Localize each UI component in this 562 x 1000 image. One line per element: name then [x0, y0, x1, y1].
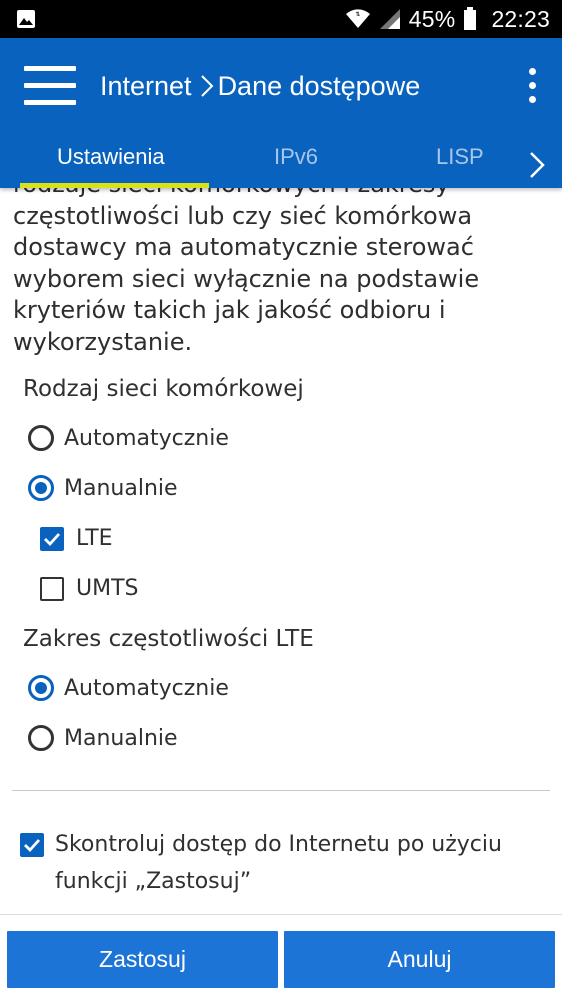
description-text: rodzaje sieci komórkowych i zakresy częs… [13, 188, 480, 356]
radio-band-auto[interactable]: Automatycznie [28, 675, 229, 701]
settings-content: rodzaje sieci komórkowych i zakresy częs… [0, 188, 562, 914]
tab-ipv6[interactable]: IPv6 [274, 144, 318, 170]
app-bar: Internet Dane dostępowe Ustawienia IPv6 … [0, 38, 562, 188]
radio-button-selected[interactable] [28, 475, 54, 501]
clock: 22:23 [491, 5, 550, 32]
battery-icon [464, 7, 477, 30]
svg-text:⇅: ⇅ [355, 11, 360, 18]
radio-label: Manualnie [64, 725, 178, 751]
page-title-breadcrumb: Internet Dane dostępowe [100, 66, 420, 106]
radio-network-auto[interactable]: Automatycznie [28, 425, 229, 451]
radio-button[interactable] [28, 425, 54, 451]
checkbox-label: UMTS [76, 576, 139, 601]
checkbox-unchecked[interactable] [40, 576, 64, 601]
tab-lisp[interactable]: LISP [436, 144, 484, 170]
cancel-button[interactable]: Anuluj [284, 931, 555, 988]
status-bar: ⇅ 45% 22:23 [0, 0, 562, 38]
checkbox-checked[interactable] [40, 526, 64, 551]
tab-settings[interactable]: Ustawienia [57, 144, 165, 170]
checkbox-lte[interactable]: LTE [40, 526, 113, 551]
breadcrumb-current: Dane dostępowe [217, 70, 421, 101]
apply-button[interactable]: Zastosuj [7, 931, 278, 988]
radio-button-selected[interactable] [28, 675, 54, 701]
menu-icon[interactable] [24, 66, 76, 106]
radio-label: Automatycznie [64, 425, 229, 451]
active-tab-indicator [20, 183, 209, 188]
image-notification-icon [17, 10, 35, 28]
more-options-icon[interactable] [522, 68, 542, 104]
checkbox-label: LTE [76, 526, 113, 551]
radio-band-manual[interactable]: Manualnie [28, 725, 178, 751]
checkbox-umts[interactable]: UMTS [40, 576, 139, 601]
lte-band-label: Zakres częstotliwości LTE [23, 626, 314, 652]
checkbox-label: Skontroluj dostęp do Internetu po użyciu… [55, 832, 502, 894]
radio-label: Manualnie [64, 475, 178, 501]
chevron-right-tabs-icon[interactable] [526, 150, 548, 180]
cell-signal-icon [379, 9, 400, 29]
checkbox-checked[interactable] [20, 833, 44, 857]
radio-label: Automatycznie [64, 675, 229, 701]
divider [12, 790, 550, 791]
network-type-label: Rodzaj sieci komórkowej [23, 376, 304, 402]
wifi-icon: ⇅ [345, 9, 370, 28]
action-bar: Zastosuj Anuluj [0, 914, 562, 1000]
radio-network-manual[interactable]: Manualnie [28, 475, 178, 501]
radio-button[interactable] [28, 725, 54, 751]
chevron-right-icon [200, 74, 214, 98]
battery-percentage: 45% [408, 5, 456, 32]
tab-bar: Ustawienia IPv6 LISP [0, 136, 562, 188]
breadcrumb-internet[interactable]: Internet [100, 71, 192, 102]
checkbox-verify-internet[interactable]: Skontroluj dostęp do Internetu po użyciu… [20, 826, 520, 900]
